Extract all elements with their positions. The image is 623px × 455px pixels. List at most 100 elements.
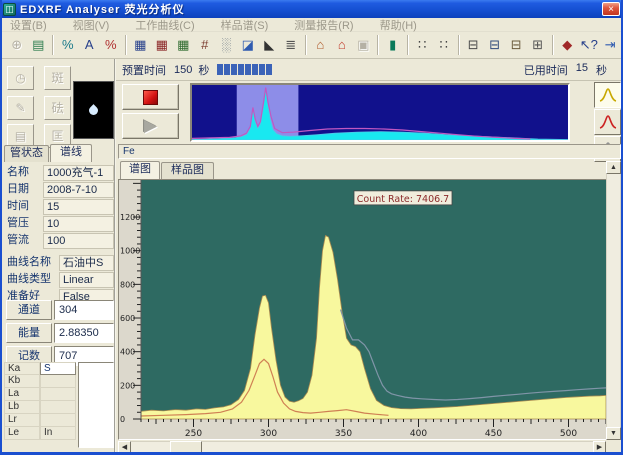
list-tree-button[interactable]: ≣ bbox=[280, 34, 302, 56]
curve-type-label: 曲线类型 bbox=[4, 272, 59, 287]
scroll-left-button[interactable]: ◀ bbox=[118, 441, 131, 453]
curve-type-field[interactable]: Linear bbox=[59, 272, 114, 288]
table-row[interactable]: Ka S bbox=[4, 362, 77, 375]
print-setup-button[interactable]: ⊟ bbox=[484, 34, 506, 56]
tab-sample-view[interactable]: 样品图 bbox=[161, 162, 214, 179]
spectrum-chart[interactable]: 250300350400450500020040060080010001200C… bbox=[119, 180, 606, 439]
table-row[interactable]: Lr bbox=[4, 414, 77, 427]
toolbar-separator bbox=[125, 35, 127, 55]
context-help-button[interactable]: ↖? bbox=[578, 34, 600, 56]
preview-spectrum-plot bbox=[192, 85, 568, 140]
menu-sample-spectrum[interactable]: 样品谱(S) bbox=[221, 17, 269, 33]
tube-voltage-field[interactable]: 10 bbox=[43, 216, 114, 232]
calibration-icon: A bbox=[85, 37, 94, 52]
house-open-button[interactable]: ⌂ bbox=[310, 34, 332, 56]
toolbar-separator bbox=[552, 35, 554, 55]
clock-button[interactable]: ◷ bbox=[7, 66, 34, 90]
vertical-scrollbar[interactable] bbox=[606, 161, 621, 440]
table-row[interactable]: La bbox=[4, 388, 77, 401]
monitor-button[interactable]: ▮ bbox=[382, 34, 404, 56]
svg-text:800: 800 bbox=[120, 280, 135, 289]
yellow-peak-icon bbox=[599, 87, 617, 103]
scroll-right-button[interactable]: ▶ bbox=[593, 441, 606, 453]
stop-button[interactable] bbox=[122, 84, 179, 110]
network-globe-button[interactable]: ⊕ bbox=[6, 34, 28, 56]
param-list-b-icon: ∷ bbox=[440, 37, 448, 52]
chart-image-button[interactable]: ◪ bbox=[237, 34, 259, 56]
line-lb-element[interactable] bbox=[40, 401, 76, 414]
line-la-element[interactable] bbox=[40, 388, 76, 401]
close-button[interactable]: × bbox=[602, 2, 620, 16]
dotted-grid-button[interactable]: ░ bbox=[216, 34, 238, 56]
menu-help[interactable]: 帮助(H) bbox=[380, 17, 417, 33]
preset-time-value: 150 bbox=[174, 64, 192, 76]
param-list-b-button[interactable]: ∷ bbox=[433, 34, 455, 56]
curve-name-field[interactable]: 石油中S bbox=[59, 255, 114, 271]
toolbar: ⊕ ▤ % A % ▦ ▦ ▦ # ░ ◪ ◣ ≣ ⌂ ⌂ ▣ ▮ ∷ ∷ ⊟ … bbox=[2, 32, 621, 59]
house-save-button[interactable]: ⌂ bbox=[331, 34, 353, 56]
percent-sample-button[interactable]: % bbox=[57, 34, 79, 56]
window-title: EDXRF Analyser 荧光分析仪 bbox=[20, 1, 602, 17]
scroll-down-button[interactable]: ▼ bbox=[606, 427, 621, 440]
notebook-button[interactable]: ▤ bbox=[28, 34, 50, 56]
exit-button[interactable]: ⇥ bbox=[600, 34, 622, 56]
monitor-icon: ▮ bbox=[389, 37, 396, 52]
display-mode-filled-peak-button[interactable] bbox=[594, 82, 621, 108]
menu-settings[interactable]: 设置(B) bbox=[10, 17, 47, 33]
start-button[interactable]: ▶ bbox=[122, 113, 179, 139]
progress-segment bbox=[217, 64, 223, 75]
app-icon: ◫ bbox=[3, 3, 16, 16]
calculator-button[interactable]: ⊞ bbox=[527, 34, 549, 56]
line-lr-element[interactable] bbox=[40, 414, 76, 427]
tube-option-2-button[interactable]: 砝 bbox=[44, 96, 71, 120]
menu-view[interactable]: 视图(V) bbox=[73, 17, 110, 33]
edit-button[interactable]: ✎ bbox=[7, 96, 34, 120]
time-field[interactable]: 15 bbox=[43, 199, 114, 215]
table-row[interactable]: Lb bbox=[4, 401, 77, 414]
copy-pages-icon: ▣ bbox=[357, 37, 369, 52]
menu-measure-report[interactable]: 测量报告(R) bbox=[294, 17, 353, 33]
line-ka-label: Ka bbox=[4, 362, 40, 375]
channel-label: 通道 bbox=[6, 300, 52, 320]
calibration-button[interactable]: A bbox=[79, 34, 101, 56]
peak-list-panel[interactable] bbox=[78, 362, 114, 448]
toolbar-separator bbox=[305, 35, 307, 55]
tab-tube-status[interactable]: 管状态 bbox=[4, 145, 49, 162]
peak-triangle-button[interactable]: ◣ bbox=[259, 34, 281, 56]
copy-pages-button[interactable]: ▣ bbox=[353, 34, 375, 56]
table-delete-button[interactable]: ▦ bbox=[151, 34, 173, 56]
sample-indicator-box bbox=[73, 81, 114, 139]
energy-field[interactable]: 2.88350 bbox=[54, 323, 114, 343]
line-ka-element[interactable]: S bbox=[40, 362, 76, 375]
table-row[interactable]: Kb bbox=[4, 375, 77, 388]
line-kb-element[interactable] bbox=[40, 375, 76, 388]
table-info-button[interactable]: ▦ bbox=[173, 34, 195, 56]
print-preview-button[interactable]: ⊟ bbox=[506, 34, 528, 56]
line-le-element[interactable]: In bbox=[40, 427, 76, 440]
tab-spectrum-view[interactable]: 谱图 bbox=[120, 161, 160, 179]
tube-current-field[interactable]: 100 bbox=[43, 233, 114, 249]
horizontal-scroll-thumb[interactable] bbox=[170, 441, 202, 453]
name-field[interactable]: 1000充气-1 bbox=[43, 165, 114, 181]
tab-spectral-line[interactable]: 谱线 bbox=[50, 144, 92, 162]
progress-segment bbox=[238, 64, 244, 75]
tube-option-1-button[interactable]: 斑 bbox=[44, 66, 71, 90]
help-book-button[interactable]: ◆ bbox=[557, 34, 579, 56]
crosshatch-button[interactable]: # bbox=[194, 34, 216, 56]
svg-text:450: 450 bbox=[485, 429, 502, 439]
svg-text:1000: 1000 bbox=[120, 247, 140, 256]
display-mode-line-peak-button[interactable] bbox=[594, 109, 621, 135]
scroll-up-button[interactable]: ▲ bbox=[606, 161, 621, 174]
percent-ratio-button[interactable]: % bbox=[100, 34, 122, 56]
param-list-a-button[interactable]: ∷ bbox=[412, 34, 434, 56]
table-row[interactable]: Le In bbox=[4, 427, 77, 440]
date-field[interactable]: 2008-7-10 bbox=[43, 182, 114, 198]
print-button[interactable]: ⊟ bbox=[463, 34, 485, 56]
channel-field[interactable]: 304 bbox=[54, 300, 114, 320]
table-new-button[interactable]: ▦ bbox=[130, 34, 152, 56]
tube-option-2-label: 砝 bbox=[51, 101, 63, 115]
clock-icon: ◷ bbox=[15, 71, 25, 85]
exit-icon: ⇥ bbox=[605, 37, 616, 52]
menu-working-curve[interactable]: 工作曲线(C) bbox=[135, 17, 194, 33]
toolbar-separator bbox=[458, 35, 460, 55]
